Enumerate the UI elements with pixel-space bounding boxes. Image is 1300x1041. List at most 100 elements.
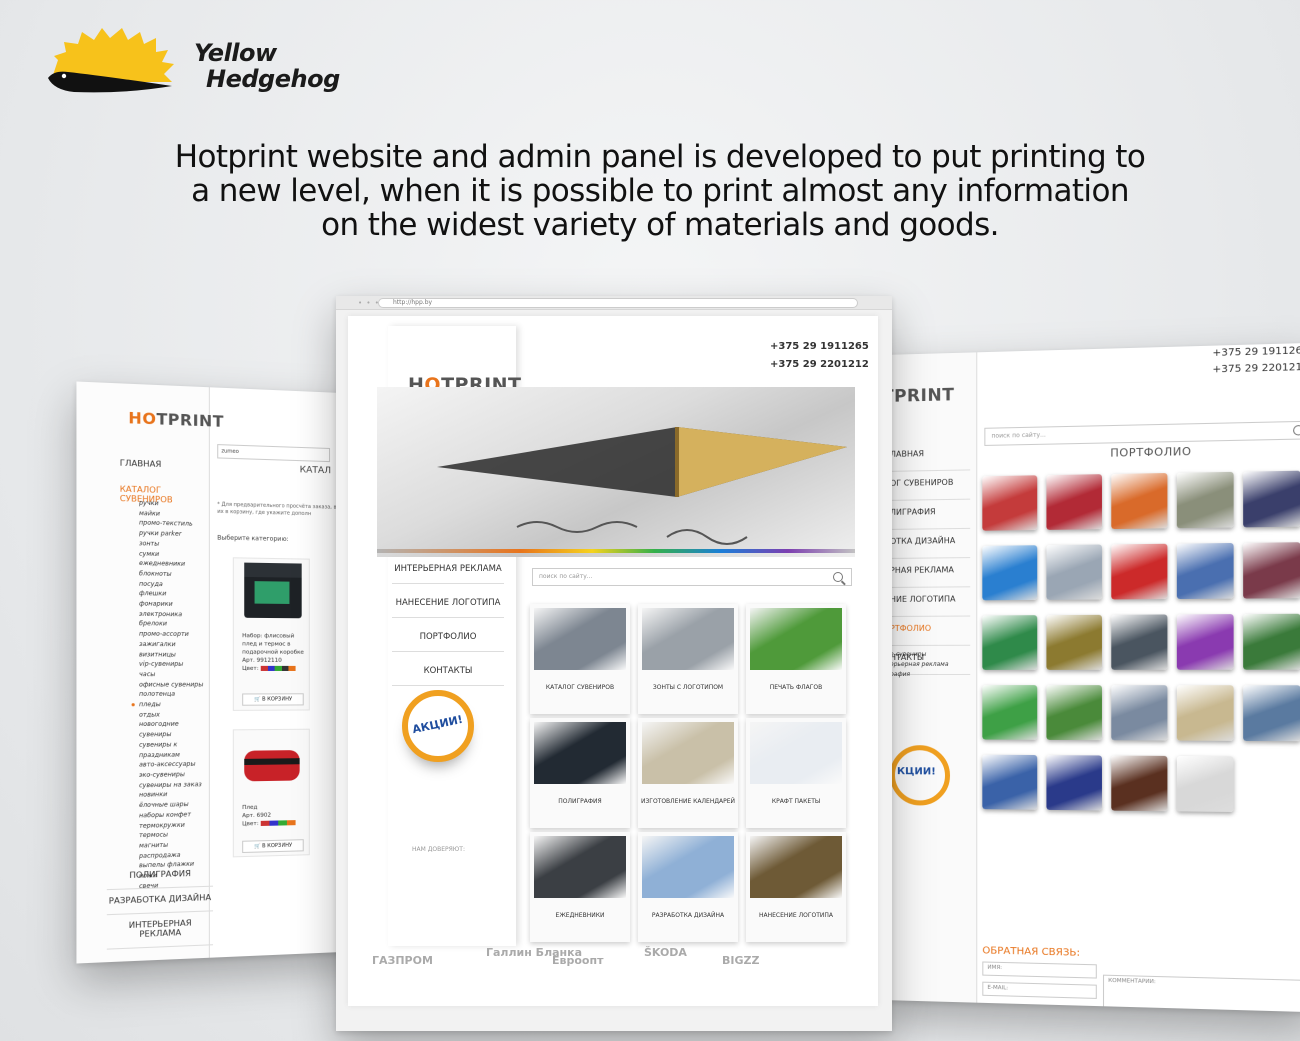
service-tile[interactable]: ПОЛИГРАФИЯ <box>530 718 630 828</box>
phone-number[interactable]: +375 29 1911265 <box>770 338 869 356</box>
portfolio-nav: ЛАВНАЯ ОГ СУВЕНИРОВ ЛИГРАФИЯ ОТКА ДИЗАЙНА РН… <box>889 441 971 675</box>
color-swatches[interactable] <box>260 665 296 671</box>
hotprint-logo[interactable]: HOTPRINT <box>128 409 224 431</box>
portfolio-thumbnail[interactable] <box>1111 685 1168 741</box>
fountain-pen-image <box>437 427 847 545</box>
portfolio-thumbnail[interactable] <box>982 475 1038 531</box>
nav-item-interior[interactable]: ИНТЕРЬЕРНАЯ РЕКЛАМА <box>106 911 214 950</box>
search-icon[interactable] <box>833 572 843 582</box>
subcategory-item[interactable]: сувениры на заказ <box>139 780 209 791</box>
subcategory-item[interactable]: зажигалки <box>139 640 209 650</box>
color-swatches[interactable] <box>260 820 296 826</box>
nav-item[interactable]: РТФОЛИО <box>889 616 971 646</box>
subcategory-item[interactable]: визитницы <box>139 650 209 660</box>
subcategory-item[interactable]: офисные сувениры <box>139 680 209 690</box>
address-bar[interactable]: http://hpp.by <box>378 298 858 308</box>
portfolio-thumbnail[interactable] <box>1111 473 1168 530</box>
nav-item[interactable]: ЛИГРАФИЯ <box>889 499 971 530</box>
portfolio-thumbnail[interactable] <box>1111 755 1168 812</box>
catalog-search-input[interactable]: zumeo <box>217 444 331 463</box>
subcategory-item[interactable]: сувениры к праздникам <box>139 740 209 761</box>
subcategory-item[interactable]: vip-сувениры <box>139 660 209 670</box>
nav-item[interactable]: КОНТАКТЫ <box>392 659 504 686</box>
nav-item[interactable]: ОТКА ДИЗАЙНА <box>889 528 971 559</box>
email-field[interactable]: E-MAIL: <box>982 981 1097 999</box>
portfolio-thumbnail[interactable] <box>982 545 1038 601</box>
nav-item[interactable]: РНАЯ РЕКЛАМА <box>889 558 971 588</box>
service-tile[interactable]: КАТАЛОГ СУВЕНИРОВ <box>530 604 630 714</box>
phone-number[interactable]: +375 29 2201212 <box>770 356 869 374</box>
subcategory-item[interactable]: рафия <box>890 670 949 680</box>
portfolio-thumbnail[interactable] <box>1046 755 1102 811</box>
portfolio-thumbnail[interactable] <box>1243 685 1300 742</box>
service-tile[interactable]: РАЗРАБОТКА ДИЗАЙНА <box>638 832 738 942</box>
site-search-input[interactable]: поиск по сайту... <box>532 568 852 586</box>
subcategory-item[interactable]: е-сувениры <box>890 650 949 660</box>
add-to-cart-button[interactable]: 🛒 В КОРЗИНУ <box>242 839 304 854</box>
portfolio-thumbnail[interactable] <box>1046 544 1102 600</box>
rainbow-stripe <box>377 549 855 553</box>
portfolio-thumbnail[interactable] <box>1046 474 1102 530</box>
portfolio-thumbnail[interactable] <box>982 754 1038 810</box>
portfolio-thumbnail[interactable] <box>1046 685 1102 741</box>
nav-item[interactable]: НИЕ ЛОГОТИПА <box>889 587 971 617</box>
portfolio-thumbnail[interactable] <box>1111 543 1168 600</box>
subcategory-item[interactable]: промо-ассорти <box>139 630 209 640</box>
portfolio-thumbnail[interactable] <box>1111 614 1168 670</box>
phone-number[interactable]: +375 29 2201212 <box>1212 360 1300 379</box>
nav-item[interactable]: НАНЕСЕНИЕ ЛОГОТИПА <box>392 591 504 618</box>
portfolio-thumbnail[interactable] <box>1176 614 1234 670</box>
subcategory-item[interactable]: часы <box>139 670 209 680</box>
search-placeholder: поиск по сайту... <box>539 573 593 580</box>
portfolio-thumbnail[interactable] <box>1243 470 1300 528</box>
portfolio-thumbnail[interactable] <box>982 685 1038 740</box>
service-tile[interactable]: ЕЖЕДНЕВНИКИ <box>530 832 630 942</box>
service-tile[interactable]: ПЕЧАТЬ ФЛАГОВ <box>746 604 846 714</box>
portfolio-thumbnail[interactable] <box>982 615 1038 670</box>
portfolio-search-input[interactable]: поиск по сайту... <box>984 420 1300 446</box>
service-tile[interactable]: ЗОНТЫ С ЛОГОТИПОМ <box>638 604 738 714</box>
portfolio-thumbnail[interactable] <box>1176 542 1234 600</box>
nav-item[interactable]: ЛАВНАЯ <box>889 441 971 472</box>
portfolio-thumbnail[interactable] <box>1176 755 1234 813</box>
portfolio-thumbnail[interactable] <box>1243 613 1300 670</box>
nav-item-poligrafia[interactable]: ПОЛИГРАФИЯ <box>106 862 214 891</box>
subcategory-item[interactable]: полотенца <box>139 690 209 700</box>
product-sku: Арт. 6902 <box>242 812 271 820</box>
product-card[interactable]: Плед Арт. 6902 Цвет: 🛒 В КОРЗИНУ <box>232 728 310 858</box>
portfolio-thumbnail[interactable] <box>1046 614 1102 670</box>
search-icon[interactable] <box>1293 425 1300 436</box>
portfolio-thumbnail[interactable] <box>1243 542 1300 599</box>
subcategory-item[interactable]: фонарики <box>139 599 209 610</box>
add-to-cart-button[interactable]: 🛒 В КОРЗИНУ <box>242 693 304 706</box>
service-tile[interactable]: КРАФТ ПАКЕТЫ <box>746 718 846 828</box>
subcategory-item[interactable]: зонты <box>139 539 209 550</box>
subcategory-list: е-сувениры ерьерная реклама рафия <box>890 650 949 680</box>
subcategory-item[interactable]: пледы <box>131 700 209 710</box>
nav-item[interactable]: ИНТЕРЬЕРНАЯ РЕКЛАМА <box>392 557 504 584</box>
service-tile-label: КАТАЛОГ СУВЕНИРОВ <box>545 684 615 691</box>
promo-badge[interactable]: КЦИИ! <box>889 745 951 806</box>
yellow-hedgehog-logo[interactable]: Yellow Hedgehog <box>44 26 364 106</box>
subcategory-item[interactable]: ежедневники блокноты <box>139 559 209 580</box>
product-card[interactable]: Набор: флисовый плед и термос в подарочн… <box>232 557 310 711</box>
subcategory-item[interactable]: электроника <box>139 609 209 620</box>
nav-item-home[interactable]: ГЛАВНАЯ <box>120 454 215 475</box>
service-tile[interactable]: ИЗГОТОВЛЕНИЕ КАЛЕНДАРЕЙ <box>638 718 738 828</box>
subcategory-item[interactable]: новогодние сувениры <box>139 720 209 741</box>
subcategory-item[interactable]: отдых <box>139 710 209 720</box>
portfolio-thumbnail[interactable] <box>1176 685 1234 741</box>
hotprint-logo[interactable]: TPRINT <box>882 385 954 407</box>
nav-item[interactable]: ОГ СУВЕНИРОВ <box>889 470 971 501</box>
portfolio-thumbnail[interactable] <box>1176 471 1234 529</box>
nav-item[interactable]: ПОРТФОЛИО <box>392 625 504 652</box>
headline-line-1: Hotprint website and admin panel is deve… <box>174 139 1146 175</box>
name-field[interactable]: ИМЯ: <box>982 961 1097 979</box>
subcategory-item[interactable]: ерьерная реклама <box>890 660 949 670</box>
subcategory-item[interactable]: термокружки термосы <box>139 820 209 842</box>
promo-badge[interactable]: АКЦИИ! <box>402 690 474 762</box>
comments-field[interactable]: КОММЕНТАРИИ: <box>1103 974 1300 1013</box>
subcategory-item[interactable]: брелоки <box>139 619 209 630</box>
service-tile[interactable]: НАНЕСЕНИЕ ЛОГОТИПА <box>746 832 846 942</box>
partner-logo: ГАЗПРОМ <box>372 954 433 967</box>
